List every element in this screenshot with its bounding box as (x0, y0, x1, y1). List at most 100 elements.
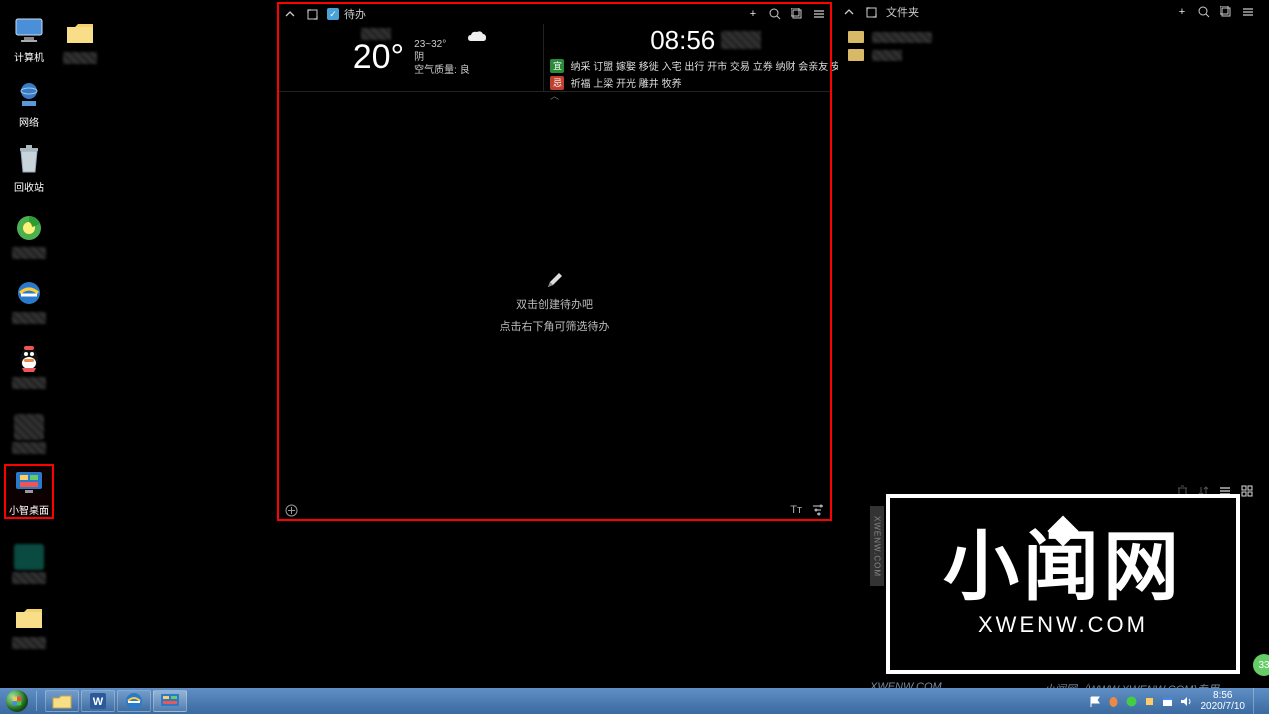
weather-panel[interactable]: 20° 23~32° 阴 空气质量: 良 (279, 24, 543, 91)
chevron-up-icon[interactable] (283, 7, 297, 21)
ie-icon (12, 276, 46, 310)
weather-cond: 阴 (414, 51, 470, 64)
clock-date (721, 31, 761, 49)
taskbar-word[interactable]: W (81, 690, 115, 712)
folder-item-label (872, 50, 902, 61)
folder-icon (12, 601, 46, 635)
desktop-icon-folder-top[interactable] (55, 9, 105, 64)
side-tab[interactable]: XWENW.COM (870, 506, 884, 586)
notification-bubble[interactable]: 33 (1253, 654, 1269, 676)
desktop-icon-browser-360[interactable] (4, 204, 54, 259)
expand-icon[interactable] (864, 5, 878, 19)
folder-item[interactable] (846, 28, 1251, 46)
tray-date: 2020/7/10 (1201, 701, 1246, 712)
desktop-label: 计算机 (14, 49, 44, 64)
tray-safe-icon[interactable] (1161, 694, 1175, 708)
menu-icon[interactable] (1241, 5, 1255, 19)
text-size-icon[interactable]: Tт (790, 504, 802, 516)
pixelated-label (12, 572, 46, 584)
todo-widget: ✓ 待办 + 20° 23~32° 阴 (277, 2, 832, 521)
clock-panel[interactable]: 08:56 宜 纳采 订盟 嫁娶 移徙 入宅 出行 开市 交易 立券 纳财 会亲… (543, 24, 867, 91)
info-row: 20° 23~32° 阴 空气质量: 良 08:56 宜 纳采 订盟 嫁娶 移徙… (279, 24, 830, 92)
pen-icon (545, 270, 565, 290)
desktop-icon-computer[interactable]: 计算机 (4, 9, 54, 64)
desktop-icon-network[interactable]: 网络 (4, 74, 54, 129)
computer-icon (12, 13, 46, 47)
taskbar: W 8:56 2020/7/10 (0, 688, 1269, 714)
add-icon[interactable]: + (746, 7, 760, 21)
tray-net-icon[interactable] (1143, 694, 1157, 708)
desktop-label: 小智桌面 (9, 502, 49, 517)
empty-line2: 点击右下角可筛选待办 (500, 318, 610, 334)
svg-text:W: W (93, 696, 104, 708)
desktop-label: 网络 (19, 114, 39, 129)
watermark-box: 小闻网 XWENW.COM (886, 494, 1240, 674)
desktop-icon-qq[interactable] (4, 334, 54, 389)
qq-icon (12, 341, 46, 375)
collapse-arrow-icon[interactable]: ︿ (279, 92, 830, 102)
search-icon[interactable] (768, 7, 782, 21)
xiaozhi-icon (12, 466, 46, 500)
watermark-sub: XWENW.COM (978, 612, 1148, 638)
desktop-icon-pixelated2[interactable] (4, 529, 54, 584)
expand-icon[interactable] (305, 7, 319, 21)
show-desktop-button[interactable] (1253, 688, 1263, 714)
chevron-up-icon[interactable] (842, 5, 856, 19)
pixelated-label (12, 247, 46, 259)
desktop-label: 回收站 (14, 179, 44, 194)
folder-icon (848, 31, 864, 43)
start-button[interactable] (0, 688, 34, 714)
windows-orb-icon (6, 690, 28, 712)
tray-volume-icon[interactable] (1179, 694, 1193, 708)
todo-empty-area[interactable]: 双击创建待办吧 点击右下角可筛选待办 (279, 102, 830, 501)
system-tray: 8:56 2020/7/10 (1089, 688, 1269, 714)
menu-icon[interactable] (812, 7, 826, 21)
folder-widget: 文件夹 + (838, 2, 1259, 500)
add-circle-icon[interactable] (285, 504, 298, 517)
desktop-icon-xiaozhi[interactable]: 小智桌面 (4, 464, 54, 519)
taskbar-ie[interactable] (117, 690, 151, 712)
temp-range: 23~32° (414, 38, 470, 51)
almanac-good: 纳采 订盟 嫁娶 移徙 入宅 出行 开市 交易 立券 纳财 会亲友 安香… (570, 58, 861, 73)
taskbar-divider (36, 691, 42, 711)
folder-icon (848, 49, 864, 61)
desktop-icon-folder2[interactable] (4, 594, 54, 649)
almanac-good-badge: 宜 (550, 59, 564, 73)
tray-time: 8:56 (1201, 690, 1246, 701)
temperature: 20° (353, 38, 404, 77)
folder-item-label (872, 32, 932, 43)
todo-title: 待办 (344, 6, 366, 22)
desktop-icon-recycle-bin[interactable]: 回收站 (4, 139, 54, 194)
pixelated-label (63, 52, 97, 64)
taskbar-explorer[interactable] (45, 690, 79, 712)
tray-flag-icon[interactable] (1089, 694, 1103, 708)
clock-time: 08:56 (650, 25, 715, 56)
pin-icon[interactable] (1219, 5, 1233, 19)
pin-icon[interactable] (790, 7, 804, 21)
folder-body (838, 22, 1259, 482)
add-icon[interactable]: + (1175, 5, 1189, 19)
browser-360-icon (12, 211, 46, 245)
almanac-bad-badge: 忌 (550, 76, 564, 90)
search-icon[interactable] (1197, 5, 1211, 19)
check-icon: ✓ (327, 8, 339, 20)
desktop-icon-pixelated[interactable] (4, 399, 54, 454)
desktop-icon-ie[interactable] (4, 269, 54, 324)
folder-title: 文件夹 (886, 4, 919, 20)
recycle-bin-icon (12, 143, 46, 177)
weather-city (361, 28, 391, 40)
grid-view-icon[interactable] (1241, 485, 1253, 497)
folder-header: 文件夹 + (838, 2, 1259, 22)
tray-clock[interactable]: 8:56 2020/7/10 (1201, 690, 1246, 712)
filter-icon[interactable] (812, 504, 824, 516)
pixelated-icon (14, 414, 44, 440)
todo-header: ✓ 待办 + (279, 4, 830, 24)
taskbar-xiaozhi[interactable] (153, 690, 187, 712)
tray-qq-icon[interactable] (1107, 694, 1121, 708)
empty-line1: 双击创建待办吧 (516, 296, 593, 312)
tray-360-icon[interactable] (1125, 694, 1139, 708)
folder-item[interactable] (846, 46, 1251, 64)
pixelated-label (12, 377, 46, 389)
weather-detail: 23~32° 阴 空气质量: 良 (414, 38, 470, 77)
network-icon (12, 78, 46, 112)
